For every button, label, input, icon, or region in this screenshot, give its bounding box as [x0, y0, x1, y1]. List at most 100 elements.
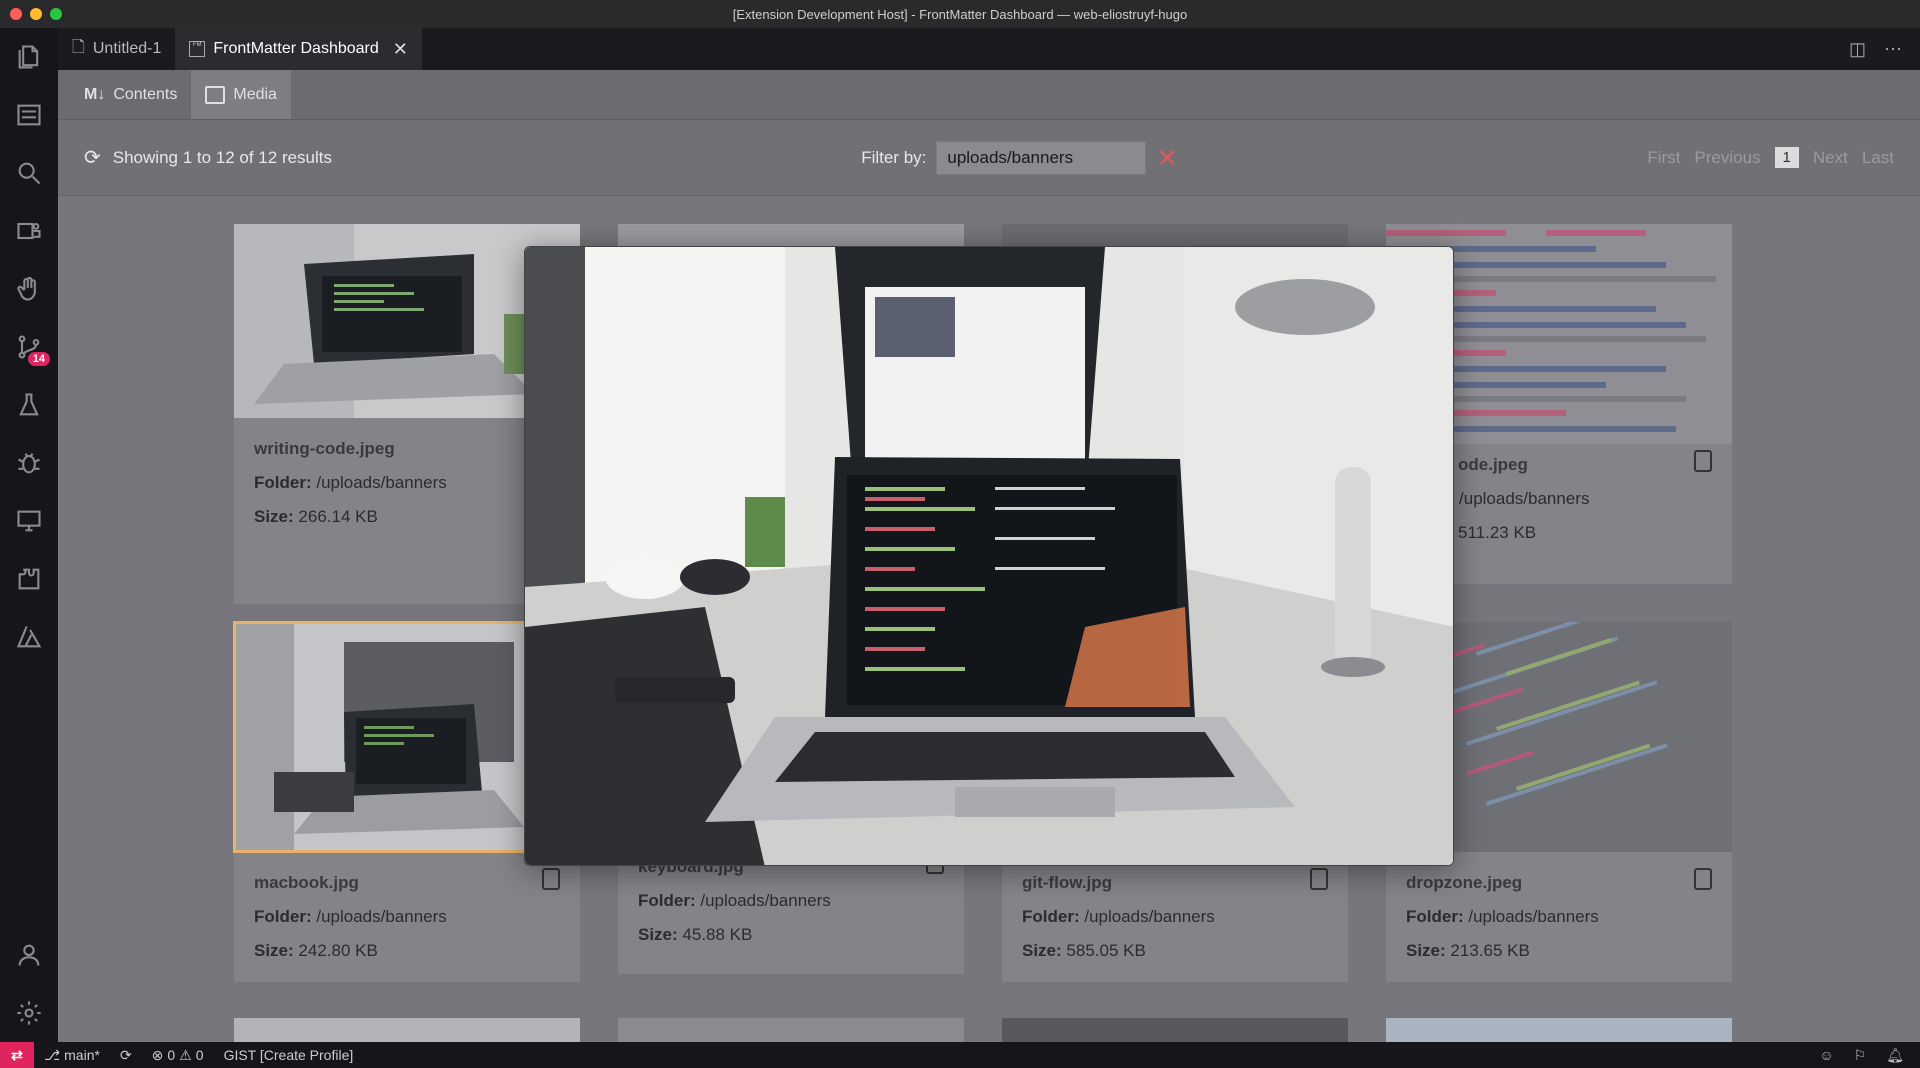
image-icon — [205, 85, 226, 104]
problems-indicator[interactable]: ⊗ 0 ⚠ 0 — [142, 1047, 214, 1064]
window-controls — [10, 8, 62, 20]
media-folder: /uploads/banners — [316, 907, 447, 926]
split-editor-icon[interactable]: ◫ — [1849, 39, 1866, 60]
teams-icon[interactable] — [0, 202, 58, 260]
media-toolbar: ⟳ Showing 1 to 12 of 12 results Filter b… — [58, 120, 1920, 196]
branch-icon: ⎇ — [44, 1046, 61, 1063]
remote-explorer-icon[interactable] — [0, 492, 58, 550]
accounts-icon[interactable] — [0, 926, 58, 984]
error-icon: ⊗ — [151, 1046, 164, 1063]
hand-icon[interactable] — [0, 260, 58, 318]
folder-label: Folder: — [1406, 907, 1464, 926]
media-folder: /uploads/banners — [316, 473, 447, 492]
branch-name: main* — [64, 1047, 100, 1063]
filter-label: Filter by: — [861, 147, 927, 167]
tab-contents-label: Contents — [113, 85, 178, 103]
media-size: 45.88 KB — [682, 925, 753, 944]
media-folder: /uploads/banners — [1459, 489, 1590, 508]
media-size: 585.05 KB — [1066, 941, 1146, 960]
close-icon[interactable]: ✕ — [393, 39, 408, 60]
branch-indicator[interactable]: ⎇ main* — [34, 1047, 110, 1064]
close-window-button[interactable] — [10, 8, 22, 20]
azure-icon[interactable] — [0, 608, 58, 666]
window-title: [Extension Development Host] - FrontMatt… — [732, 6, 1188, 22]
frontmatter-logo-icon: FM — [189, 41, 206, 57]
status-bar: ⇄ ⎇ main* ⟳ ⊗ 0 ⚠ 0 GIST [Create Profile… — [0, 1042, 1920, 1068]
image-preview-overlay[interactable] — [524, 246, 1454, 866]
media-folder: /uploads/banners — [1468, 907, 1599, 926]
warning-count: 0 — [195, 1047, 204, 1063]
pager-current[interactable]: 1 — [1774, 147, 1799, 168]
activity-bar: 14 — [0, 28, 58, 1042]
tab-media[interactable]: Media — [191, 70, 291, 119]
tab-label: Untitled-1 — [92, 40, 162, 57]
filter-input[interactable] — [936, 140, 1147, 175]
tab-contents[interactable]: M↓ Contents — [70, 70, 191, 119]
tab-untitled-1[interactable]: 🗋 Untitled-1 — [58, 28, 175, 70]
source-control-icon[interactable]: 14 — [0, 318, 58, 376]
error-count: 0 — [167, 1047, 176, 1063]
folder-label: Folder: — [638, 891, 696, 910]
copilot-icon[interactable]: ☺ — [1819, 1047, 1833, 1064]
pager-last[interactable]: Last — [1862, 148, 1894, 168]
tab-frontmatter-dashboard[interactable]: FM FrontMatter Dashboard ✕ — [175, 28, 422, 70]
gist-status[interactable]: GIST [Create Profile] — [214, 1047, 364, 1063]
tab-label: FrontMatter Dashboard — [213, 40, 379, 57]
warning-icon: ⚠ — [179, 1046, 192, 1063]
folder-label: Folder: — [254, 473, 312, 492]
frontmatter-icon[interactable] — [0, 86, 58, 144]
source-control-badge: 14 — [27, 352, 50, 366]
notifications-icon[interactable]: 🔔︎ — [1886, 1047, 1904, 1064]
media-filename: git-flow.jpg — [1022, 873, 1113, 892]
folder-label: Folder: — [254, 907, 312, 926]
markdown-icon: M↓ — [84, 85, 106, 103]
debug-icon[interactable] — [0, 434, 58, 492]
folder-label: Folder: — [1022, 907, 1080, 926]
copy-icon[interactable] — [1310, 868, 1328, 890]
media-size: 266.14 KB — [298, 507, 378, 526]
filter-group: Filter by: ✕ — [801, 140, 1178, 175]
copy-icon[interactable] — [1694, 450, 1712, 472]
media-size: 213.65 KB — [1450, 941, 1530, 960]
media-folder: /uploads/banners — [1084, 907, 1215, 926]
pager-previous[interactable]: Previous — [1694, 148, 1760, 168]
remote-icon[interactable]: ⇄ — [0, 1042, 34, 1068]
media-card[interactable] — [234, 1018, 580, 1042]
results-count: Showing 1 to 12 of 12 results — [112, 147, 333, 167]
media-filename: dropzone.jpeg — [1406, 873, 1523, 892]
preview-image — [525, 247, 1453, 865]
media-card[interactable] — [1386, 1018, 1732, 1042]
title-bar: [Extension Development Host] - FrontMatt… — [0, 0, 1920, 28]
size-label: Size: — [254, 941, 294, 960]
media-card[interactable] — [1002, 1018, 1348, 1042]
extensions-icon[interactable] — [0, 550, 58, 608]
refresh-icon[interactable]: ⟳ — [84, 145, 101, 170]
pager-first[interactable]: First — [1647, 148, 1680, 168]
search-icon[interactable] — [0, 144, 58, 202]
size-label: Size: — [1022, 941, 1062, 960]
media-filename: writing-code.jpeg — [254, 439, 395, 458]
more-actions-icon[interactable]: ⋯ — [1884, 39, 1902, 60]
pagination: First Previous 1 Next Last — [1647, 147, 1894, 168]
media-size: 242.80 KB — [298, 941, 378, 960]
sync-icon[interactable]: ⟳ — [110, 1047, 142, 1064]
testing-icon[interactable] — [0, 376, 58, 434]
size-label: Size: — [638, 925, 678, 944]
feedback-icon[interactable]: ⚐ — [1854, 1047, 1867, 1064]
size-label: Size: — [1406, 941, 1446, 960]
maximize-window-button[interactable] — [50, 8, 62, 20]
pager-next[interactable]: Next — [1813, 148, 1848, 168]
copy-icon[interactable] — [1694, 868, 1712, 890]
media-filename: macbook.jpg — [254, 873, 359, 892]
explorer-icon[interactable] — [0, 28, 58, 86]
size-label: Size: — [254, 507, 294, 526]
dashboard-nav: M↓ Contents Media — [58, 70, 1920, 120]
media-folder: /uploads/banners — [700, 891, 831, 910]
editor-tabs: 🗋 Untitled-1 FM FrontMatter Dashboard ✕ … — [58, 28, 1920, 70]
tab-media-label: Media — [233, 85, 277, 103]
media-card[interactable] — [618, 1018, 964, 1042]
clear-filter-icon[interactable]: ✕ — [1156, 145, 1178, 171]
settings-gear-icon[interactable] — [0, 984, 58, 1042]
copy-icon[interactable] — [542, 868, 560, 890]
minimize-window-button[interactable] — [30, 8, 42, 20]
